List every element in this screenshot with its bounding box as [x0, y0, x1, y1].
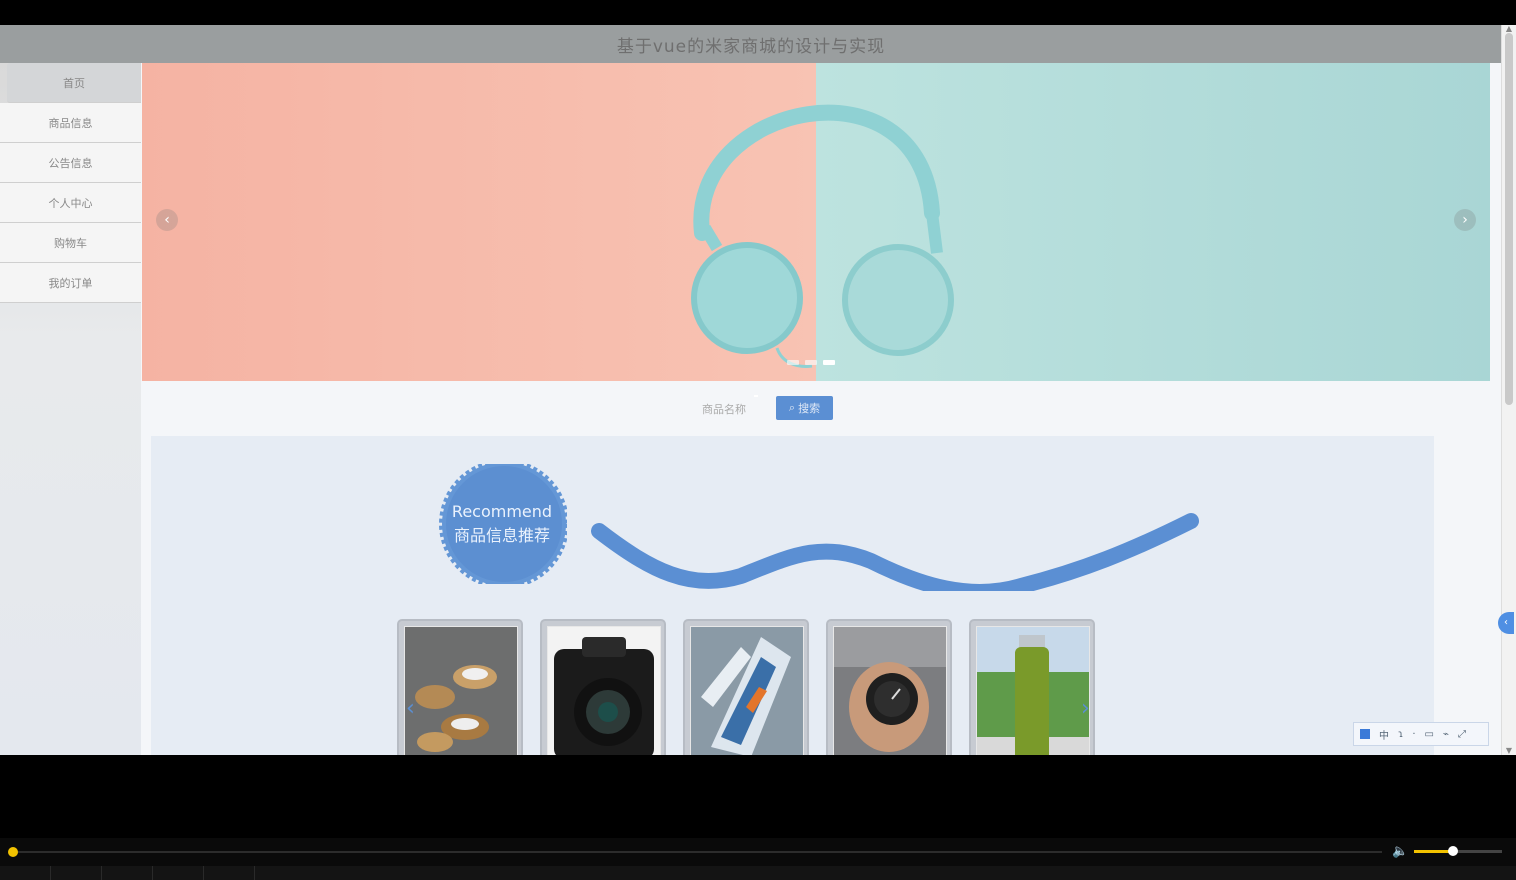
- banner-indicators: [787, 360, 835, 365]
- ime-settings-icon[interactable]: ⤢: [1458, 729, 1466, 740]
- sidebar-item-products[interactable]: 商品信息: [0, 103, 141, 143]
- search-button[interactable]: ⌕ 搜索: [776, 396, 833, 420]
- taskbar-item[interactable]: [0, 866, 51, 880]
- banner-next-button[interactable]: ›: [1454, 209, 1476, 231]
- recommend-title-zh: 商品信息推荐: [453, 526, 550, 545]
- product-card[interactable]: [683, 619, 809, 755]
- search-bar: 商品名称 ⌕ 搜索: [142, 395, 1490, 421]
- watch-image: [833, 626, 947, 755]
- product-card[interactable]: [969, 619, 1095, 755]
- volume-slider[interactable]: [1414, 850, 1502, 853]
- taskbar-item[interactable]: [51, 866, 102, 880]
- taskbar-item[interactable]: [102, 866, 153, 880]
- taskbar-item[interactable]: [204, 866, 255, 880]
- recommend-badge: Recommend 商品信息推荐: [437, 459, 569, 589]
- sidebar-item-cart[interactable]: 购物车: [0, 223, 141, 263]
- search-button-label: 搜索: [798, 403, 821, 415]
- search-icon: ⌕: [788, 401, 796, 414]
- search-label: 商品名称: [702, 403, 746, 416]
- ime-punct-icon[interactable]: ·: [1412, 729, 1415, 740]
- scroll-up-icon[interactable]: ▲: [1505, 25, 1513, 33]
- food-bowls-image: [404, 626, 518, 755]
- taskbar-item[interactable]: [153, 866, 204, 880]
- ime-skin-icon[interactable]: ⌁: [1443, 729, 1449, 740]
- scroll-thumb[interactable]: [1505, 33, 1513, 405]
- search-input[interactable]: [754, 395, 758, 397]
- sidebar-item-label: 购物车: [54, 236, 87, 250]
- ime-keyboard-icon[interactable]: ▭: [1425, 729, 1434, 740]
- bottle-image: [976, 626, 1090, 755]
- site-header: 基于vue的米家商城的设计与实现: [0, 25, 1502, 63]
- banner-dot[interactable]: [787, 360, 799, 365]
- banner-dot[interactable]: [805, 360, 817, 365]
- vertical-scrollbar[interactable]: ▲ ▼: [1501, 25, 1516, 755]
- ime-logo-icon[interactable]: [1360, 729, 1370, 739]
- product-card[interactable]: [397, 619, 523, 755]
- taskbar: [0, 866, 1516, 880]
- sidebar-item-home[interactable]: 首页: [7, 63, 141, 103]
- sidebar-item-orders[interactable]: 我的订单: [0, 263, 141, 303]
- sidebar-item-label: 首页: [63, 76, 85, 90]
- headphones-image: [691, 104, 954, 368]
- ime-mode-icon[interactable]: 中: [1379, 727, 1389, 742]
- recommend-next-button[interactable]: ›: [1081, 696, 1090, 721]
- sidebar-item-label: 我的订单: [48, 276, 93, 290]
- decorative-wave: [591, 513, 1199, 591]
- volume-handle[interactable]: [1448, 846, 1458, 856]
- sidebar-item-profile[interactable]: 个人中心: [0, 183, 141, 223]
- ime-moon-icon[interactable]: ɿ: [1398, 729, 1403, 740]
- recommend-section: Recommend 商品信息推荐 ‹ ›: [151, 436, 1434, 755]
- scroll-down-icon[interactable]: ▼: [1505, 747, 1513, 755]
- progress-handle[interactable]: [8, 847, 18, 857]
- sidebar-item-label: 个人中心: [48, 196, 93, 210]
- sidebar-item-notices[interactable]: 公告信息: [0, 143, 141, 183]
- ime-toolbar: 中 ɿ · ▭ ⌁ ⤢: [1353, 722, 1489, 746]
- sidebar-nav: 首页 商品信息 公告信息 个人中心 购物车 我的订单: [0, 63, 141, 755]
- banner-dot-active[interactable]: [823, 360, 835, 365]
- camera-image: [547, 626, 661, 755]
- sidebar-item-label: 商品信息: [48, 116, 93, 130]
- hero-carousel: ‹ ›: [142, 63, 1490, 381]
- browser-viewport: 基于vue的米家商城的设计与实现 首页 商品信息 公告信息 个人中心 购物车 我…: [0, 25, 1516, 755]
- sidebar-item-label: 公告信息: [48, 156, 93, 170]
- product-card[interactable]: [540, 619, 666, 755]
- site-title: 基于vue的米家商城的设计与实现: [616, 36, 886, 57]
- video-player-controls: 🔈: [0, 838, 1516, 866]
- sneakers-image: [690, 626, 804, 755]
- recommend-prev-button[interactable]: ‹: [406, 696, 415, 721]
- floating-side-tab[interactable]: ‹: [1498, 612, 1514, 634]
- recommend-title-en: Recommend: [451, 502, 553, 521]
- banner-prev-button[interactable]: ‹: [156, 209, 178, 231]
- progress-track[interactable]: [12, 851, 1382, 853]
- volume-icon[interactable]: 🔈: [1392, 844, 1408, 859]
- product-card[interactable]: [826, 619, 952, 755]
- product-carousel: [397, 619, 1095, 755]
